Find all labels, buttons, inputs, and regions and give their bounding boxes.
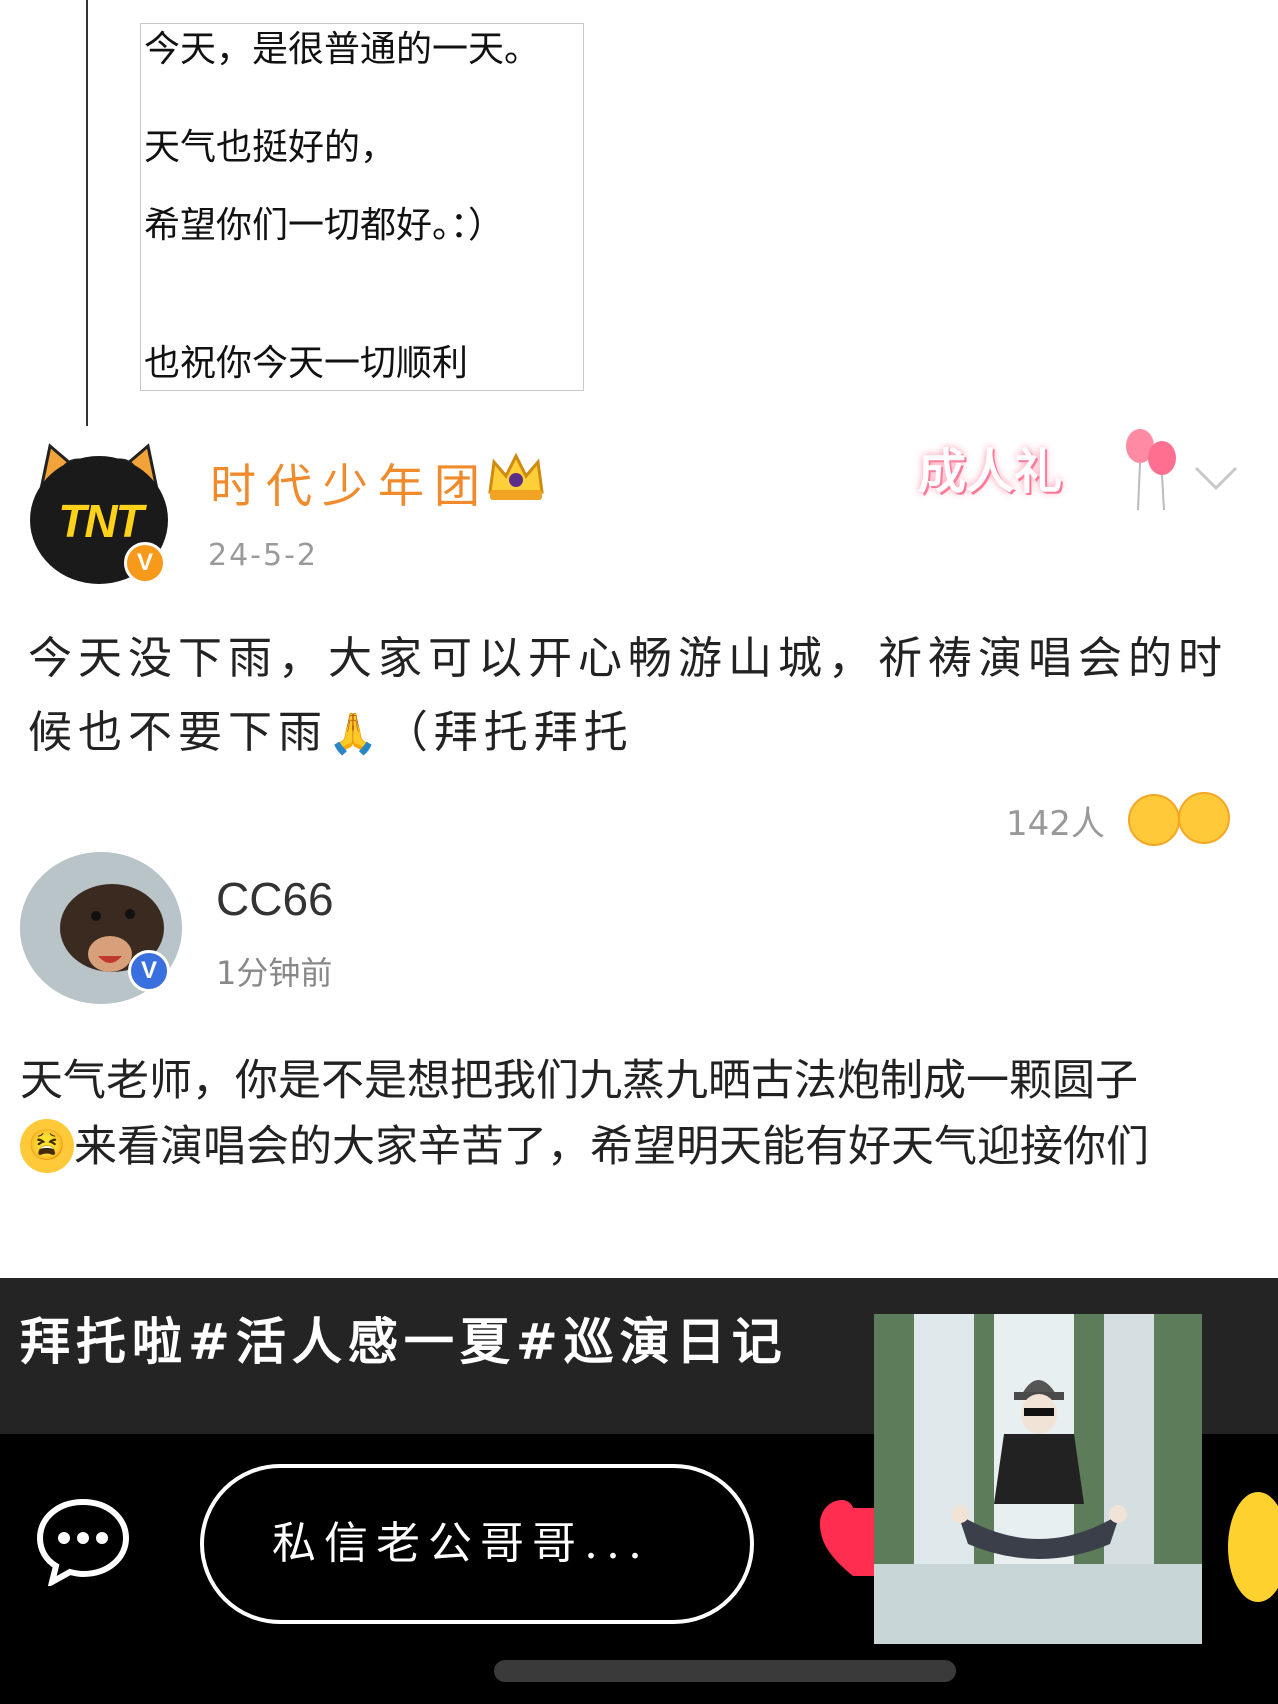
comment-line: 天气老师，你是不是想把我们九蒸九晒古法炮制成一颗圆子	[20, 1057, 1138, 1105]
crown-icon	[488, 452, 544, 500]
note-line: 天气也挺好的，	[144, 127, 397, 168]
caption-text: 拜托啦#活人感一夏#巡演日记	[20, 1312, 788, 1371]
emoji-icon[interactable]	[1228, 1492, 1278, 1602]
pray-emoji: 🙏	[328, 711, 384, 757]
verified-badge: V	[124, 542, 166, 584]
post-content: 今天没下雨，大家可以开心畅游山城，祈祷演唱会的时候也不要下雨🙏（拜托拜托	[28, 622, 1258, 771]
waterfall-scene	[874, 1314, 1202, 1644]
verified-badge: V	[128, 950, 170, 992]
balloon-icon	[1126, 429, 1176, 511]
chat-bubble-icon[interactable]	[34, 1496, 132, 1586]
comment-line: 😫 来看演唱会的大家辛苦了，希望明天能有好天气迎接你们	[20, 1114, 1278, 1180]
note-line: 希望你们一切都好。：）	[144, 205, 505, 246]
tnt-logo: TNT	[58, 495, 143, 547]
thread-line	[86, 0, 88, 426]
home-indicator[interactable]	[494, 1660, 956, 1682]
post-date: 24-5-2	[208, 538, 318, 573]
reaction-emojis[interactable]	[1128, 792, 1238, 848]
tired-emoji: 😫	[20, 1118, 74, 1173]
grinning-emoji-icon	[1178, 792, 1230, 844]
reaction-count[interactable]: 142人	[1006, 796, 1105, 845]
comment-time: 1分钟前	[216, 954, 333, 992]
post-text-tail: （拜托拜托	[383, 707, 634, 758]
commenter-name[interactable]: CC66	[216, 872, 334, 926]
quoted-note-image: 今天，是很普通的一天。 天气也挺好的， 希望你们一切都好。：） 也祝你今天一切顺…	[140, 23, 584, 391]
comment-content: 天气老师，你是不是想把我们九蒸九晒古法炮制成一颗圆子 😫 来看演唱会的大家辛苦了，…	[20, 1048, 1278, 1180]
chevron-down-icon[interactable]	[1192, 462, 1240, 492]
message-input[interactable]: 私信老公哥哥...	[200, 1464, 754, 1624]
note-line: 今天，是很普通的一天。	[144, 29, 541, 70]
post-author-name[interactable]: 时代少年团	[210, 450, 490, 516]
note-line: 也祝你今天一切顺利	[144, 343, 469, 384]
coming-of-age-badge: 成人礼	[912, 424, 1082, 506]
meditating-man-waterfall-photo	[874, 1314, 1202, 1644]
badge-label: 成人礼	[918, 444, 1063, 500]
laughing-emoji-icon	[1128, 794, 1180, 846]
